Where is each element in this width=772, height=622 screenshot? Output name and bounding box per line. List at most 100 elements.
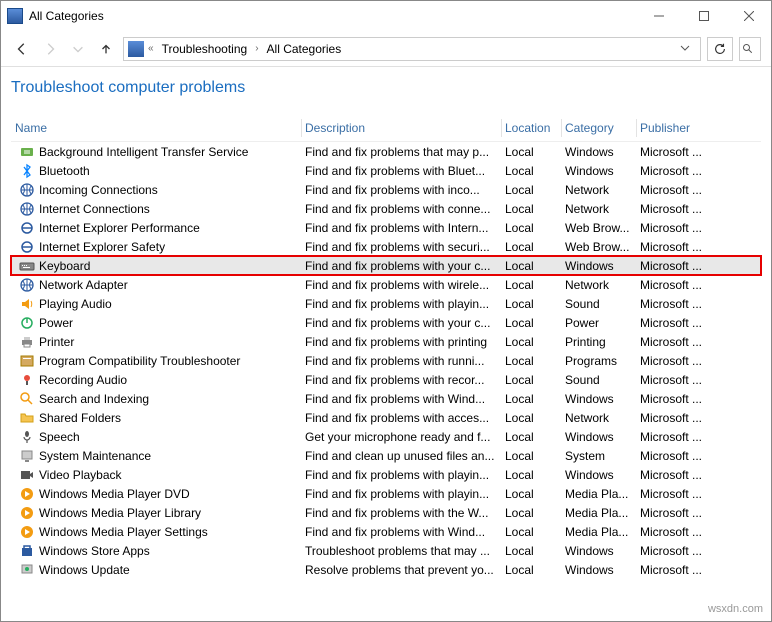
table-row[interactable]: BluetoothFind and fix problems with Blue…: [11, 161, 761, 180]
forward-button[interactable]: [39, 38, 61, 60]
breadcrumb-item[interactable]: Troubleshooting: [158, 42, 252, 56]
table-row[interactable]: SpeechGet your microphone ready and f...…: [11, 427, 761, 446]
video-icon: [19, 467, 35, 483]
item-category: Printing: [561, 335, 636, 349]
item-category: Windows: [561, 259, 636, 273]
breadcrumb-item[interactable]: All Categories: [263, 42, 346, 56]
recording-icon: [19, 372, 35, 388]
item-description: Find and fix problems with Wind...: [301, 392, 501, 406]
ie-icon: [19, 220, 35, 236]
navigation-bar: « Troubleshooting › All Categories: [1, 31, 771, 67]
chevron-left-icon[interactable]: «: [148, 43, 154, 54]
item-name: Windows Media Player Settings: [39, 525, 208, 539]
item-category: Web Brow...: [561, 221, 636, 235]
table-row[interactable]: Background Intelligent Transfer ServiceF…: [11, 142, 761, 161]
item-category: Network: [561, 202, 636, 216]
wmp-icon: [19, 505, 35, 521]
window-title: All Categories: [29, 9, 636, 23]
item-name: Printer: [39, 335, 74, 349]
item-name: Video Playback: [39, 468, 122, 482]
close-button[interactable]: [726, 1, 771, 31]
refresh-button[interactable]: [707, 37, 733, 61]
item-publisher: Microsoft ...: [636, 164, 711, 178]
table-row[interactable]: Windows Media Player SettingsFind and fi…: [11, 522, 761, 541]
table-row[interactable]: Network AdapterFind and fix problems wit…: [11, 275, 761, 294]
item-name: Incoming Connections: [39, 183, 158, 197]
item-location: Local: [501, 468, 561, 482]
minimize-button[interactable]: [636, 1, 681, 31]
item-publisher: Microsoft ...: [636, 354, 711, 368]
item-category: Network: [561, 411, 636, 425]
item-location: Local: [501, 525, 561, 539]
table-row[interactable]: Windows Store AppsTroubleshoot problems …: [11, 541, 761, 560]
table-row[interactable]: Printer Find and fix problems with printi…: [11, 332, 761, 351]
item-name: Power: [39, 316, 73, 330]
table-row[interactable]: PowerFind and fix problems with your c..…: [11, 313, 761, 332]
item-name: Windows Update: [39, 563, 130, 577]
item-location: Local: [501, 202, 561, 216]
back-button[interactable]: [11, 38, 33, 60]
item-category: Sound: [561, 297, 636, 311]
table-body: Background Intelligent Transfer ServiceF…: [11, 142, 761, 579]
item-publisher: Microsoft ...: [636, 373, 711, 387]
table-row[interactable]: Shared FoldersFind and fix problems with…: [11, 408, 761, 427]
item-name: Windows Media Player Library: [39, 506, 201, 520]
folder-icon: [19, 410, 35, 426]
item-description: Find and clean up unused files an...: [301, 449, 501, 463]
item-publisher: Microsoft ...: [636, 392, 711, 406]
item-category: Windows: [561, 563, 636, 577]
item-description: Find and fix problems with acces...: [301, 411, 501, 425]
item-name: Internet Explorer Performance: [39, 221, 200, 235]
window-controls: [636, 1, 771, 31]
column-header-location[interactable]: Location: [501, 115, 561, 141]
item-publisher: Microsoft ...: [636, 316, 711, 330]
column-header-publisher[interactable]: Publisher: [636, 115, 711, 141]
table-row[interactable]: KeyboardFind and fix problems with your …: [11, 256, 761, 275]
column-header-category[interactable]: Category: [561, 115, 636, 141]
table-row[interactable]: Windows UpdateResolve problems that prev…: [11, 560, 761, 579]
recent-locations-button[interactable]: [67, 38, 89, 60]
table-row[interactable]: Recording AudioFind and fix problems wit…: [11, 370, 761, 389]
maximize-button[interactable]: [681, 1, 726, 31]
address-bar[interactable]: « Troubleshooting › All Categories: [123, 37, 701, 61]
item-description: Find and fix problems with inco...: [301, 183, 501, 197]
search-box[interactable]: [739, 37, 761, 61]
item-category: Network: [561, 278, 636, 292]
item-description: Find and fix problems with printing: [301, 335, 501, 349]
item-location: Local: [501, 164, 561, 178]
address-dropdown[interactable]: [674, 42, 696, 56]
column-header-name[interactable]: Name: [11, 115, 301, 141]
item-publisher: Microsoft ...: [636, 544, 711, 558]
table-row[interactable]: Search and IndexingFind and fix problems…: [11, 389, 761, 408]
table-row[interactable]: Video PlaybackFind and fix problems with…: [11, 465, 761, 484]
item-location: Local: [501, 278, 561, 292]
column-header-description[interactable]: Description: [301, 115, 501, 141]
table-row[interactable]: Windows Media Player DVDFind and fix pro…: [11, 484, 761, 503]
item-location: Local: [501, 221, 561, 235]
up-button[interactable]: [95, 38, 117, 60]
item-publisher: Microsoft ...: [636, 563, 711, 577]
update-icon: [19, 562, 35, 578]
table-row[interactable]: Incoming Connections Find and fix problem…: [11, 180, 761, 199]
table-row[interactable]: Playing AudioFind and fix problems with …: [11, 294, 761, 313]
item-publisher: Microsoft ...: [636, 335, 711, 349]
network-icon: [19, 277, 35, 293]
table-row[interactable]: System MaintenanceFind and clean up unus…: [11, 446, 761, 465]
item-description: Find and fix problems with your c...: [301, 259, 501, 273]
item-category: Web Brow...: [561, 240, 636, 254]
table-row[interactable]: Internet Explorer SafetyFind and fix pro…: [11, 237, 761, 256]
item-name: Speech: [39, 430, 80, 444]
item-description: Find and fix problems with Intern...: [301, 221, 501, 235]
table-row[interactable]: Internet Explorer Performance Find and fi…: [11, 218, 761, 237]
item-name: Program Compatibility Troubleshooter: [39, 354, 240, 368]
app-icon: [7, 8, 23, 24]
item-category: Media Pla...: [561, 525, 636, 539]
item-location: Local: [501, 316, 561, 330]
item-description: Find and fix problems with playin...: [301, 487, 501, 501]
table-row[interactable]: Internet ConnectionsFind and fix problem…: [11, 199, 761, 218]
table-row[interactable]: Program Compatibility TroubleshooterFind…: [11, 351, 761, 370]
table-row[interactable]: Windows Media Player LibraryFind and fix…: [11, 503, 761, 522]
chevron-right-icon: ›: [255, 43, 258, 54]
item-publisher: Microsoft ...: [636, 449, 711, 463]
item-description: Find and fix problems with securi...: [301, 240, 501, 254]
